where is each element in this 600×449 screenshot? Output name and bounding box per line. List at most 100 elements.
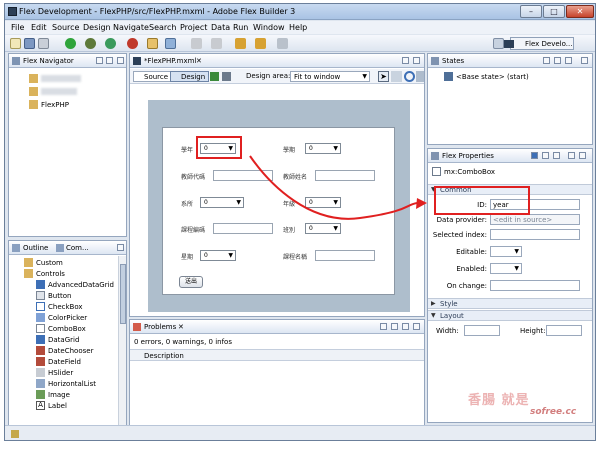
list-item[interactable]: Custom bbox=[36, 259, 63, 267]
source-button[interactable]: Source bbox=[133, 71, 173, 82]
list-item[interactable]: DateChooser bbox=[48, 347, 93, 355]
menu-edit[interactable]: Edit bbox=[31, 23, 47, 32]
list-item[interactable]: DateField bbox=[48, 358, 81, 366]
settings-icon[interactable] bbox=[222, 72, 231, 81]
teacher-code-input[interactable] bbox=[213, 170, 273, 181]
minimize-view-icon[interactable] bbox=[402, 57, 409, 64]
zoom-tool-icon[interactable] bbox=[404, 71, 415, 82]
maximize-button[interactable]: □ bbox=[543, 5, 565, 18]
minimize-view-icon[interactable] bbox=[402, 323, 409, 330]
link-editor-icon[interactable] bbox=[106, 57, 113, 64]
stop-icon[interactable] bbox=[127, 38, 138, 49]
enabled-select[interactable]: ▼ bbox=[490, 263, 522, 274]
refresh-icon[interactable] bbox=[210, 72, 219, 81]
grade-combobox[interactable]: 0 ▼ bbox=[305, 197, 341, 208]
semester-combobox[interactable]: 0 ▼ bbox=[305, 143, 341, 154]
open-perspective-icon[interactable] bbox=[493, 38, 504, 49]
onchange-field[interactable] bbox=[490, 280, 580, 291]
alpha-view-icon[interactable] bbox=[553, 152, 560, 159]
save-icon[interactable] bbox=[24, 38, 35, 49]
base-state-item[interactable]: <Base state> (start) bbox=[456, 73, 529, 81]
search-icon[interactable] bbox=[165, 38, 176, 49]
section-layout[interactable]: ▼ Layout bbox=[428, 310, 592, 321]
list-item[interactable]: HorizontalList bbox=[48, 380, 96, 388]
run-icon[interactable] bbox=[65, 38, 76, 49]
menu-data[interactable]: Data bbox=[211, 23, 230, 32]
list-item[interactable]: Label bbox=[48, 402, 67, 410]
debug-icon[interactable] bbox=[85, 38, 96, 49]
list-item[interactable]: ComboBox bbox=[48, 325, 86, 333]
maximize-view-icon[interactable] bbox=[579, 152, 586, 159]
list-item[interactable]: AdvancedDataGrid bbox=[48, 281, 114, 289]
design-button[interactable]: Design bbox=[170, 71, 210, 82]
teacher-name-input[interactable] bbox=[315, 170, 375, 181]
dataprovider-field[interactable]: <edit in source> bbox=[490, 214, 580, 225]
filter-icon[interactable] bbox=[380, 323, 387, 330]
course-code-input[interactable] bbox=[213, 223, 273, 234]
minimize-view-icon[interactable] bbox=[117, 244, 124, 251]
width-field[interactable] bbox=[464, 325, 500, 336]
pen-icon[interactable] bbox=[191, 38, 202, 49]
menu-help[interactable]: Help bbox=[289, 23, 307, 32]
menu-run[interactable]: Run bbox=[233, 23, 248, 32]
view-menu-icon[interactable] bbox=[391, 323, 398, 330]
menu-design[interactable]: Design bbox=[83, 23, 111, 32]
menu-navigate[interactable]: Navigate bbox=[113, 23, 149, 32]
states-title[interactable]: States bbox=[442, 57, 464, 65]
print-icon[interactable] bbox=[38, 38, 49, 49]
column-description[interactable]: Description bbox=[144, 352, 184, 360]
problems-title[interactable]: Problems bbox=[144, 323, 176, 331]
list-item[interactable]: Controls bbox=[36, 270, 65, 278]
close-button[interactable]: ✕ bbox=[566, 5, 594, 18]
history-icon[interactable] bbox=[277, 38, 288, 49]
selectedindex-field[interactable] bbox=[490, 229, 580, 240]
open-type-icon[interactable] bbox=[147, 38, 158, 49]
new-icon[interactable] bbox=[10, 38, 21, 49]
department-combobox[interactable]: 0 ▼ bbox=[200, 197, 244, 208]
course-name-input[interactable] bbox=[315, 250, 375, 261]
minimize-button[interactable]: – bbox=[520, 5, 542, 18]
delete-state-icon[interactable] bbox=[565, 57, 572, 64]
standard-view-icon[interactable] bbox=[531, 152, 538, 159]
forward-icon[interactable] bbox=[255, 38, 266, 49]
properties-title[interactable]: Flex Properties bbox=[442, 152, 494, 160]
list-item[interactable]: Image bbox=[48, 391, 70, 399]
editable-select[interactable]: ▼ bbox=[490, 246, 522, 257]
edit-state-icon[interactable] bbox=[554, 57, 561, 64]
list-item[interactable]: ColorPicker bbox=[48, 314, 87, 322]
new-state-icon[interactable] bbox=[543, 57, 550, 64]
components-scrollbar[interactable] bbox=[118, 256, 126, 437]
menu-source[interactable]: Source bbox=[52, 23, 79, 32]
list-item[interactable]: DataGrid bbox=[48, 336, 79, 344]
maximize-view-icon[interactable] bbox=[413, 323, 420, 330]
tab-outline[interactable]: Outline bbox=[23, 244, 48, 252]
submit-button[interactable]: 送出 bbox=[179, 276, 203, 288]
weekday-combobox[interactable]: 0 ▼ bbox=[200, 250, 236, 261]
scroll-thumb[interactable] bbox=[120, 264, 126, 324]
height-field[interactable] bbox=[546, 325, 582, 336]
tab-components[interactable]: Com... bbox=[66, 244, 89, 252]
close-view-icon[interactable]: ✕ bbox=[178, 323, 184, 331]
collapse-all-icon[interactable] bbox=[96, 57, 103, 64]
menu-project[interactable]: Project bbox=[180, 23, 207, 32]
minimize-view-icon[interactable] bbox=[568, 152, 575, 159]
list-item[interactable]: HSlider bbox=[48, 369, 73, 377]
list-item[interactable]: CheckBox bbox=[48, 303, 83, 311]
design-area-select[interactable]: Fit to window ▼ bbox=[290, 71, 370, 82]
annotation-icon[interactable] bbox=[211, 38, 222, 49]
list-item[interactable]: Button bbox=[48, 292, 71, 300]
editor-tab[interactable]: *FlexPHP.mxml bbox=[144, 57, 196, 65]
menu-file[interactable]: File bbox=[11, 23, 24, 32]
menu-window[interactable]: Window bbox=[253, 23, 285, 32]
maximize-view-icon[interactable] bbox=[413, 57, 420, 64]
pan-tool-icon[interactable] bbox=[391, 71, 402, 82]
minimize-view-icon[interactable] bbox=[581, 57, 588, 64]
close-tab-icon[interactable]: ✕ bbox=[196, 57, 202, 65]
perspective-switcher[interactable]: Flex Develo... bbox=[510, 37, 574, 50]
view-menu-icon[interactable] bbox=[117, 57, 124, 64]
profile-icon[interactable] bbox=[105, 38, 116, 49]
select-tool-icon[interactable]: ➤ bbox=[378, 71, 389, 82]
project-flexphp[interactable]: FlexPHP bbox=[41, 101, 69, 109]
menu-search[interactable]: Search bbox=[149, 23, 176, 32]
class-combobox[interactable]: 0 ▼ bbox=[305, 223, 341, 234]
